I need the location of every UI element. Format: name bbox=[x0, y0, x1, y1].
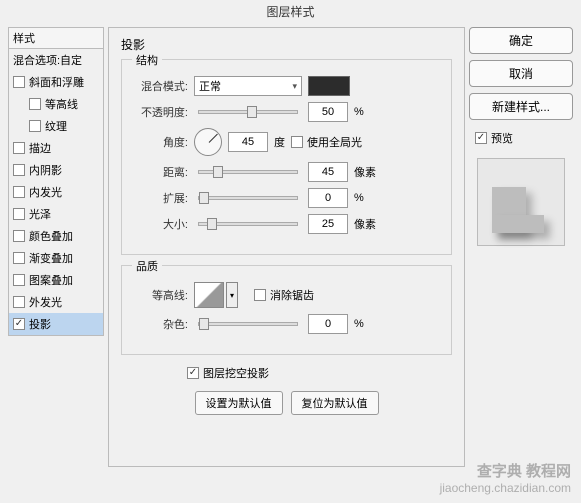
style-label: 外发光 bbox=[29, 294, 62, 310]
structure-fieldset: 结构 混合模式: 正常 ▾ 不透明度: 50 % 角度: bbox=[121, 59, 452, 255]
styles-panel: 样式 混合选项:自定 斜面和浮雕等高线纹理描边内阴影内发光光泽颜色叠加渐变叠加图… bbox=[8, 27, 104, 467]
contour-chevron-down-icon[interactable]: ▾ bbox=[226, 282, 238, 308]
noise-slider[interactable] bbox=[198, 322, 298, 326]
styles-header: 样式 bbox=[8, 27, 104, 49]
antialias-checkbox[interactable] bbox=[254, 289, 266, 301]
size-label: 大小: bbox=[132, 216, 188, 232]
opacity-unit: % bbox=[354, 106, 364, 118]
angle-label: 角度: bbox=[132, 134, 188, 150]
distance-label: 距离: bbox=[132, 164, 188, 180]
size-input[interactable]: 25 bbox=[308, 214, 348, 234]
style-item-6[interactable]: 光泽 bbox=[9, 203, 103, 225]
opacity-label: 不透明度: bbox=[132, 104, 188, 120]
style-label: 投影 bbox=[29, 316, 51, 332]
angle-dial[interactable] bbox=[194, 128, 222, 156]
main-panel: 投影 结构 混合模式: 正常 ▾ 不透明度: 50 % bbox=[108, 27, 465, 467]
style-checkbox[interactable] bbox=[29, 120, 41, 132]
style-checkbox[interactable] bbox=[13, 164, 25, 176]
style-item-10[interactable]: 外发光 bbox=[9, 291, 103, 313]
noise-unit: % bbox=[354, 318, 364, 330]
structure-legend: 结构 bbox=[132, 52, 162, 68]
distance-input[interactable]: 45 bbox=[308, 162, 348, 182]
style-item-0[interactable]: 斜面和浮雕 bbox=[9, 71, 103, 93]
style-item-2[interactable]: 纹理 bbox=[9, 115, 103, 137]
style-item-4[interactable]: 内阴影 bbox=[9, 159, 103, 181]
style-item-1[interactable]: 等高线 bbox=[9, 93, 103, 115]
style-label: 纹理 bbox=[45, 118, 67, 134]
knockout-label: 图层挖空投影 bbox=[203, 365, 269, 381]
style-label: 等高线 bbox=[45, 96, 78, 112]
style-item-8[interactable]: 渐变叠加 bbox=[9, 247, 103, 269]
style-item-11[interactable]: 投影 bbox=[9, 313, 103, 335]
preview-label: 预览 bbox=[491, 130, 513, 146]
new-style-button[interactable]: 新建样式... bbox=[469, 93, 573, 120]
spread-input[interactable]: 0 bbox=[308, 188, 348, 208]
distance-slider[interactable] bbox=[198, 170, 298, 174]
style-item-9[interactable]: 图案叠加 bbox=[9, 269, 103, 291]
style-checkbox[interactable] bbox=[13, 274, 25, 286]
style-item-5[interactable]: 内发光 bbox=[9, 181, 103, 203]
global-light-checkbox[interactable] bbox=[291, 136, 303, 148]
spread-label: 扩展: bbox=[132, 190, 188, 206]
angle-input[interactable]: 45 bbox=[228, 132, 268, 152]
size-unit: 像素 bbox=[354, 216, 376, 232]
contour-picker[interactable] bbox=[194, 282, 224, 308]
antialias-label: 消除锯齿 bbox=[270, 287, 314, 303]
preview-box bbox=[477, 158, 565, 246]
style-label: 图案叠加 bbox=[29, 272, 73, 288]
style-label: 渐变叠加 bbox=[29, 250, 73, 266]
main-title: 投影 bbox=[121, 36, 452, 53]
global-light-label: 使用全局光 bbox=[307, 134, 362, 150]
style-checkbox[interactable] bbox=[13, 230, 25, 242]
dialog-title: 图层样式 bbox=[0, 0, 581, 23]
style-checkbox[interactable] bbox=[13, 186, 25, 198]
watermark: 查字典 教程网 jiaocheng.chazidian.com bbox=[440, 462, 571, 497]
contour-label: 等高线: bbox=[132, 287, 188, 303]
cancel-button[interactable]: 取消 bbox=[469, 60, 573, 87]
watermark-url: jiaocheng.chazidian.com bbox=[440, 481, 571, 497]
blend-mode-select[interactable]: 正常 ▾ bbox=[194, 76, 302, 96]
style-checkbox[interactable] bbox=[13, 318, 25, 330]
spread-unit: % bbox=[354, 192, 364, 204]
style-item-3[interactable]: 描边 bbox=[9, 137, 103, 159]
right-panel: 确定 取消 新建样式... 预览 bbox=[469, 27, 573, 467]
style-label: 光泽 bbox=[29, 206, 51, 222]
style-item-7[interactable]: 颜色叠加 bbox=[9, 225, 103, 247]
noise-input[interactable]: 0 bbox=[308, 314, 348, 334]
opacity-slider[interactable] bbox=[198, 110, 298, 114]
style-label: 斜面和浮雕 bbox=[29, 74, 84, 90]
style-checkbox[interactable] bbox=[13, 76, 25, 88]
ok-button[interactable]: 确定 bbox=[469, 27, 573, 54]
noise-label: 杂色: bbox=[132, 316, 188, 332]
style-label: 内阴影 bbox=[29, 162, 62, 178]
blend-mode-label: 混合模式: bbox=[132, 78, 188, 94]
preview-shape bbox=[492, 187, 526, 233]
blend-mode-value: 正常 bbox=[199, 78, 221, 94]
opacity-input[interactable]: 50 bbox=[308, 102, 348, 122]
distance-unit: 像素 bbox=[354, 164, 376, 180]
style-label: 描边 bbox=[29, 140, 51, 156]
color-swatch[interactable] bbox=[308, 76, 350, 96]
make-default-button[interactable]: 设置为默认值 bbox=[195, 391, 283, 415]
style-label: 颜色叠加 bbox=[29, 228, 73, 244]
chevron-down-icon: ▾ bbox=[292, 81, 297, 92]
style-checkbox[interactable] bbox=[13, 296, 25, 308]
blend-options[interactable]: 混合选项:自定 bbox=[8, 49, 104, 71]
style-checkbox[interactable] bbox=[13, 252, 25, 264]
style-checkbox[interactable] bbox=[13, 208, 25, 220]
spread-slider[interactable] bbox=[198, 196, 298, 200]
reset-default-button[interactable]: 复位为默认值 bbox=[291, 391, 379, 415]
size-slider[interactable] bbox=[198, 222, 298, 226]
watermark-brand: 查字典 教程网 bbox=[440, 462, 571, 482]
style-checkbox[interactable] bbox=[29, 98, 41, 110]
style-label: 内发光 bbox=[29, 184, 62, 200]
quality-legend: 品质 bbox=[132, 258, 162, 274]
angle-unit: 度 bbox=[274, 134, 285, 150]
quality-fieldset: 品质 等高线: ▾ 消除锯齿 杂色: 0 % bbox=[121, 265, 452, 355]
preview-checkbox[interactable] bbox=[475, 132, 487, 144]
style-checkbox[interactable] bbox=[13, 142, 25, 154]
knockout-checkbox[interactable] bbox=[187, 367, 199, 379]
